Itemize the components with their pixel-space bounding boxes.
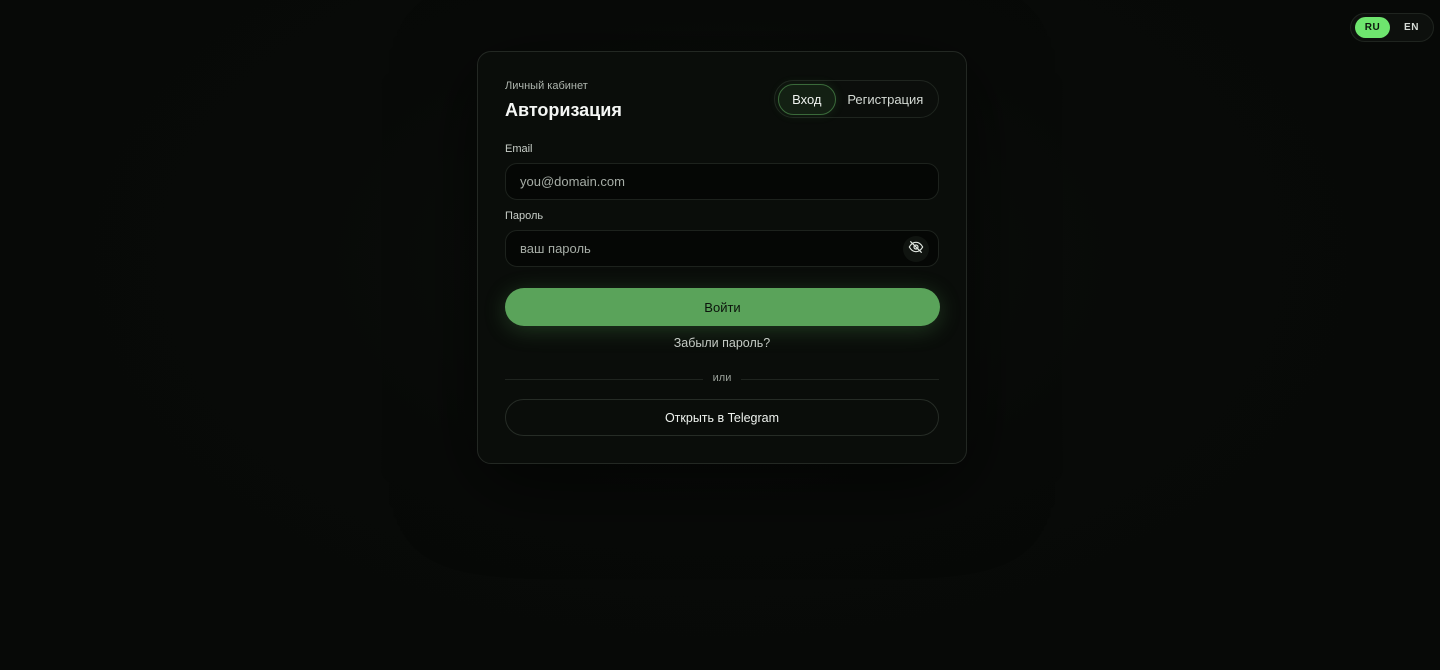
auth-card: Личный кабинет Авторизация Вход Регистра…	[477, 51, 967, 464]
divider-line-right	[741, 379, 939, 380]
login-button[interactable]: Войти	[505, 288, 940, 326]
email-field-wrapper	[505, 163, 939, 200]
tab-register[interactable]: Регистрация	[836, 84, 935, 115]
card-subtitle: Личный кабинет	[505, 80, 588, 92]
email-field[interactable]	[520, 174, 938, 189]
auth-tabs: Вход Регистрация	[774, 80, 939, 118]
lang-en-button[interactable]: EN	[1394, 17, 1429, 38]
language-switch: RU EN	[1350, 13, 1434, 42]
password-label: Пароль	[505, 210, 544, 222]
lang-ru-button[interactable]: RU	[1355, 17, 1390, 38]
forgot-password-link[interactable]: Забыли пароль?	[478, 336, 966, 350]
password-field[interactable]	[520, 241, 938, 256]
page-title: Авторизация	[505, 100, 622, 120]
tab-login[interactable]: Вход	[778, 83, 836, 115]
password-field-wrapper	[505, 230, 939, 267]
email-label: Email	[505, 143, 533, 155]
divider-text: или	[712, 372, 732, 384]
open-telegram-button[interactable]: Открыть в Telegram	[505, 399, 939, 436]
toggle-password-visibility-button[interactable]	[903, 236, 929, 262]
or-divider: или	[505, 372, 939, 386]
eye-off-icon	[908, 239, 924, 260]
page: RU EN Личный кабинет Авторизация Вход Ре…	[0, 0, 1440, 670]
